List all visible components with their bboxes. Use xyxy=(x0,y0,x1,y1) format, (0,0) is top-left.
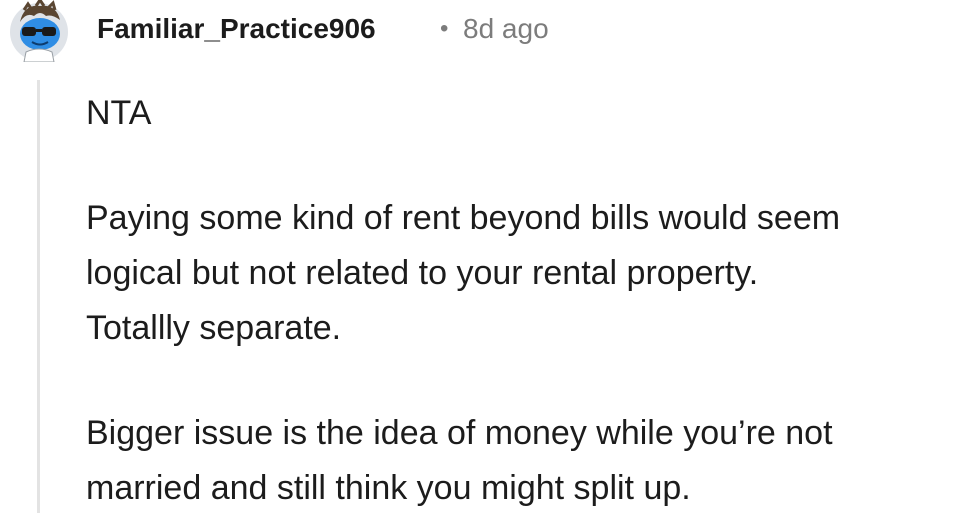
comment-line: Paying some kind of rent beyond bills wo… xyxy=(86,199,841,237)
comment-paragraph: NTA xyxy=(86,86,966,141)
snoo-avatar-icon xyxy=(10,0,68,63)
comment-body: NTA Paying some kind of rent beyond bill… xyxy=(86,86,966,516)
comment-line: Bigger issue is the idea of money while … xyxy=(86,414,833,452)
comment-paragraph: Bigger issue is the idea of money while … xyxy=(86,406,966,516)
comment-line: logical but not related to your rental p… xyxy=(86,254,759,292)
comment-line: NTA xyxy=(86,94,152,132)
avatar[interactable] xyxy=(6,0,72,63)
comment-line: married and still think you might split … xyxy=(86,469,691,507)
meta-separator: • xyxy=(440,15,449,42)
comment-header: Familiar_Practice906 • 8d ago xyxy=(0,0,970,63)
author-username[interactable]: Familiar_Practice906 xyxy=(97,10,376,48)
comment-paragraph: Paying some kind of rent beyond bills wo… xyxy=(86,191,966,356)
comment-line: Totallly separate. xyxy=(86,309,342,347)
comment: Familiar_Practice906 • 8d ago NTA Paying… xyxy=(0,0,970,513)
thread-collapse-line[interactable] xyxy=(37,80,40,513)
comment-timestamp[interactable]: 8d ago xyxy=(463,10,549,48)
